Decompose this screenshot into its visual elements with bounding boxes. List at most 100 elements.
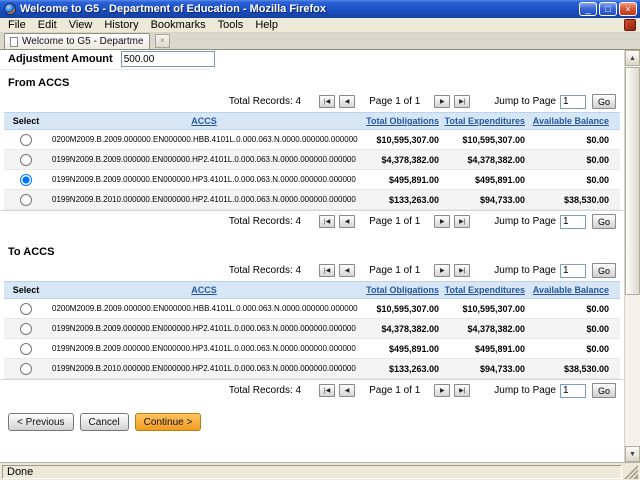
total-records-label: Total Records: 4 bbox=[229, 216, 301, 227]
balance-cell: $38,530.00 bbox=[528, 195, 612, 205]
adjustment-amount-row: Adjustment Amount bbox=[0, 50, 210, 70]
row-select-radio[interactable] bbox=[20, 134, 32, 146]
title-bar: Welcome to G5 - Department of Education … bbox=[0, 0, 640, 18]
vertical-scrollbar[interactable]: ▲ ▼ bbox=[624, 50, 640, 462]
menu-view[interactable]: View bbox=[63, 18, 99, 33]
go-button[interactable]: Go bbox=[592, 94, 616, 109]
minimize-button[interactable]: _ bbox=[579, 2, 597, 16]
menu-tools[interactable]: Tools bbox=[212, 18, 250, 33]
from-accs-table: Select ACCS Total Obligations Total Expe… bbox=[4, 112, 620, 210]
tab-close-button[interactable]: × bbox=[155, 34, 170, 48]
expenditures-cell: $495,891.00 bbox=[442, 344, 528, 354]
to-accs-table: Select ACCS Total Obligations Total Expe… bbox=[4, 281, 620, 379]
balance-cell: $0.00 bbox=[528, 344, 612, 354]
balance-cell: $0.00 bbox=[528, 324, 612, 334]
obligations-cell: $133,263.00 bbox=[360, 195, 442, 205]
browser-window: Welcome to G5 - Department of Education … bbox=[0, 0, 640, 480]
expenditures-cell: $495,891.00 bbox=[442, 175, 528, 185]
row-select-radio[interactable] bbox=[20, 343, 32, 355]
prev-page-button[interactable]: ◀ bbox=[339, 215, 355, 228]
continue-button[interactable]: Continue > bbox=[135, 413, 202, 431]
go-button[interactable]: Go bbox=[592, 383, 616, 398]
total-records-label: Total Records: 4 bbox=[229, 265, 301, 276]
obligations-cell: $4,378,382.00 bbox=[360, 155, 442, 165]
menu-edit[interactable]: Edit bbox=[32, 18, 63, 33]
column-header-obligations[interactable]: Total Obligations bbox=[366, 116, 439, 126]
first-page-button[interactable]: |◀ bbox=[319, 95, 335, 108]
previous-button[interactable]: < Previous bbox=[8, 413, 74, 431]
jump-to-page-label: Jump to Page bbox=[494, 385, 556, 396]
accs-cell: 0199N2009.B.2010.000000.EN000000.HP2.410… bbox=[48, 195, 360, 204]
column-header-expenditures[interactable]: Total Expenditures bbox=[445, 285, 525, 295]
column-header-select: Select bbox=[4, 116, 48, 126]
adjustment-amount-label: Adjustment Amount bbox=[8, 53, 113, 65]
maximize-button[interactable]: □ bbox=[599, 2, 617, 16]
tab-g5[interactable]: Welcome to G5 - Department of Edu... bbox=[4, 33, 150, 49]
next-page-button[interactable]: ▶ bbox=[434, 264, 450, 277]
column-header-expenditures[interactable]: Total Expenditures bbox=[445, 116, 525, 126]
first-page-button[interactable]: |◀ bbox=[319, 384, 335, 397]
next-page-button[interactable]: ▶ bbox=[434, 95, 450, 108]
first-page-button[interactable]: |◀ bbox=[319, 215, 335, 228]
balance-cell: $0.00 bbox=[528, 304, 612, 314]
last-page-button[interactable]: ▶| bbox=[454, 384, 470, 397]
column-header-accs[interactable]: ACCS bbox=[191, 285, 217, 295]
table-row: 0200M2009.B.2009.000000.EN000000.HBB.410… bbox=[4, 299, 620, 319]
column-header-obligations[interactable]: Total Obligations bbox=[366, 285, 439, 295]
close-button[interactable]: × bbox=[619, 2, 637, 16]
row-select-radio[interactable] bbox=[20, 303, 32, 315]
expenditures-cell: $4,378,382.00 bbox=[442, 324, 528, 334]
obligations-cell: $495,891.00 bbox=[360, 344, 442, 354]
jump-to-page-input[interactable] bbox=[560, 384, 586, 398]
action-buttons: < Previous Cancel Continue > bbox=[0, 401, 624, 431]
obligations-cell: $495,891.00 bbox=[360, 175, 442, 185]
first-page-button[interactable]: |◀ bbox=[319, 264, 335, 277]
go-button[interactable]: Go bbox=[592, 214, 616, 229]
table-row: 0199N2009.B.2010.000000.EN000000.HP2.410… bbox=[4, 190, 620, 210]
page-indicator: Page 1 of 1 bbox=[369, 216, 420, 227]
menu-bookmarks[interactable]: Bookmarks bbox=[145, 18, 212, 33]
go-button[interactable]: Go bbox=[592, 263, 616, 278]
jump-to-page-label: Jump to Page bbox=[494, 265, 556, 276]
scroll-down-icon[interactable]: ▼ bbox=[625, 446, 640, 462]
accs-cell: 0199N2009.B.2009.000000.EN000000.HP2.410… bbox=[48, 324, 360, 333]
column-header-balance[interactable]: Available Balance bbox=[533, 116, 609, 126]
last-page-button[interactable]: ▶| bbox=[454, 95, 470, 108]
next-page-button[interactable]: ▶ bbox=[434, 384, 450, 397]
next-page-button[interactable]: ▶ bbox=[434, 215, 450, 228]
obligations-cell: $10,595,307.00 bbox=[360, 135, 442, 145]
last-page-button[interactable]: ▶| bbox=[454, 264, 470, 277]
column-header-accs[interactable]: ACCS bbox=[191, 116, 217, 126]
cancel-button[interactable]: Cancel bbox=[80, 413, 129, 431]
accs-cell: 0199N2009.B.2009.000000.EN000000.HP2.410… bbox=[48, 155, 360, 164]
column-header-balance[interactable]: Available Balance bbox=[533, 285, 609, 295]
prev-page-button[interactable]: ◀ bbox=[339, 384, 355, 397]
scroll-up-icon[interactable]: ▲ bbox=[625, 50, 640, 66]
resize-grip-icon[interactable] bbox=[624, 465, 638, 479]
scrollbar-thumb[interactable] bbox=[625, 67, 640, 295]
jump-to-page-input[interactable] bbox=[560, 95, 586, 109]
status-bar: Done bbox=[0, 462, 640, 480]
expenditures-cell: $94,733.00 bbox=[442, 364, 528, 374]
row-select-radio[interactable] bbox=[20, 363, 32, 375]
balance-cell: $0.00 bbox=[528, 155, 612, 165]
jump-to-page-input[interactable] bbox=[560, 264, 586, 278]
accs-cell: 0199N2009.B.2009.000000.EN000000.HP3.410… bbox=[48, 175, 360, 184]
menu-history[interactable]: History bbox=[98, 18, 144, 33]
menu-help[interactable]: Help bbox=[249, 18, 284, 33]
to-pagination-bottom: Total Records: 4 |◀ ◀ Page 1 of 1 ▶ ▶| J… bbox=[0, 379, 624, 401]
row-select-radio[interactable] bbox=[20, 154, 32, 166]
menu-file[interactable]: File bbox=[2, 18, 32, 33]
row-select-radio[interactable] bbox=[20, 174, 32, 186]
menu-bar: File Edit View History Bookmarks Tools H… bbox=[0, 18, 640, 33]
jump-to-page-input[interactable] bbox=[560, 215, 586, 229]
prev-page-button[interactable]: ◀ bbox=[339, 95, 355, 108]
row-select-radio[interactable] bbox=[20, 323, 32, 335]
prev-page-button[interactable]: ◀ bbox=[339, 264, 355, 277]
window-title: Welcome to G5 - Department of Education … bbox=[20, 3, 575, 15]
row-select-radio[interactable] bbox=[20, 194, 32, 206]
to-accs-title: To ACCS bbox=[0, 232, 624, 260]
total-records-label: Total Records: 4 bbox=[229, 385, 301, 396]
adjustment-amount-input[interactable] bbox=[121, 51, 215, 67]
last-page-button[interactable]: ▶| bbox=[454, 215, 470, 228]
